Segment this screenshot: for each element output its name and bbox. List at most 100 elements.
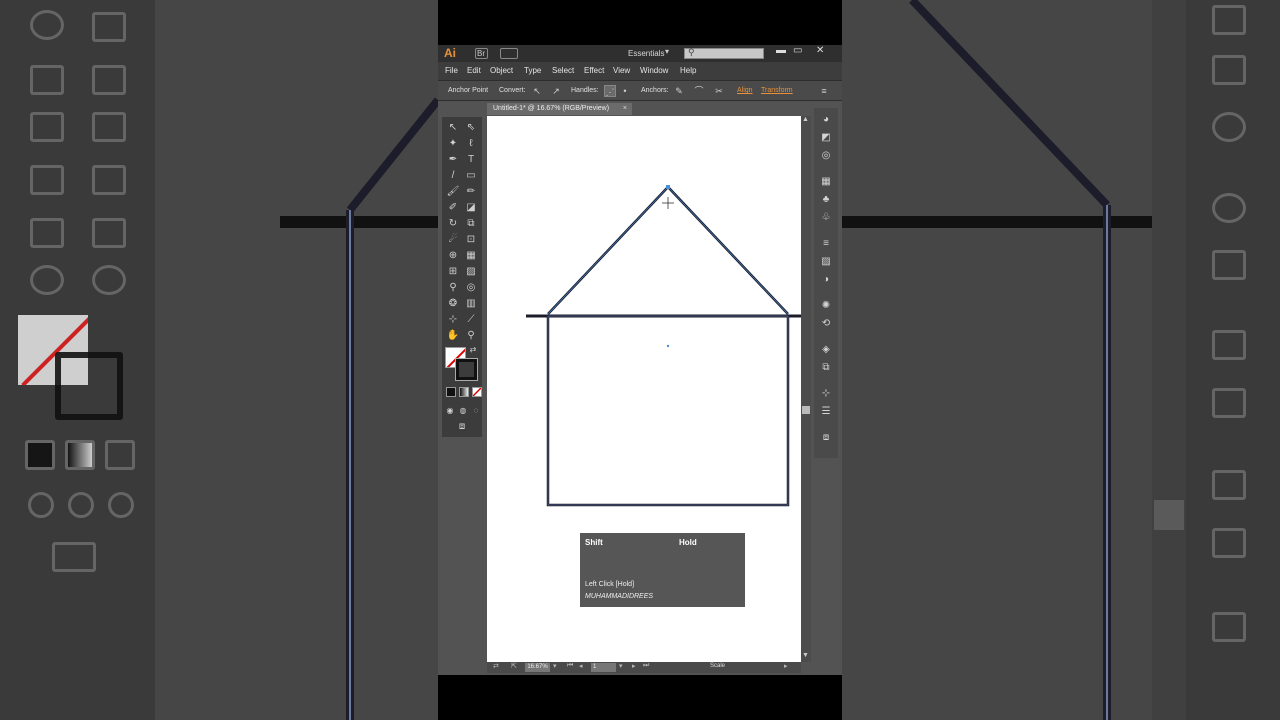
artboard-dropdown-icon[interactable]: ▾ (619, 662, 623, 670)
menu-file[interactable]: File (445, 66, 458, 75)
layers-icon[interactable]: ◈ (819, 344, 833, 356)
symbols-icon[interactable]: ♣ (819, 194, 833, 206)
zoom-icon[interactable]: ⚲ (463, 329, 479, 343)
hide-handles-icon[interactable]: • (619, 85, 631, 97)
panel-menu-icon[interactable]: ≡ (818, 85, 830, 97)
shape-builder-icon[interactable]: ⊕ (445, 249, 461, 263)
share-icon[interactable]: ⇱ (511, 662, 517, 670)
zoom-dropdown-icon[interactable]: ▾ (553, 662, 557, 670)
line-icon[interactable]: / (445, 169, 461, 183)
blob-brush-icon[interactable]: ✐ (445, 201, 461, 215)
gradient-mode-icon[interactable] (459, 387, 469, 397)
artboard-number-field[interactable]: 1 (591, 663, 616, 672)
menu-help[interactable]: Help (680, 66, 696, 75)
remove-anchor-icon[interactable]: ✎ (673, 85, 685, 97)
convert-to-smooth-icon[interactable]: ↗ (550, 85, 562, 97)
type-icon[interactable]: T (463, 153, 479, 167)
stroke-icon[interactable]: ≡ (819, 238, 833, 250)
image-trace-icon[interactable]: ⟲ (819, 318, 833, 330)
eraser-icon[interactable]: ◪ (463, 201, 479, 215)
screen-mode-icon[interactable]: ⧈ (454, 420, 470, 434)
gradient-icon[interactable]: ▨ (463, 265, 479, 279)
blend-icon[interactable]: ◎ (463, 281, 479, 295)
zoom-level-field[interactable]: 16.67% (525, 663, 550, 672)
free-transform-icon[interactable]: ⊡ (463, 233, 479, 247)
color-mode-icon[interactable] (446, 387, 456, 397)
slice-icon[interactable]: ⟋ (463, 313, 479, 327)
rotate-view-icon[interactable]: ⇄ (493, 662, 499, 670)
maximize-icon[interactable]: ▭ (793, 45, 802, 56)
selection-icon[interactable]: ↖ (445, 121, 461, 135)
rectangle-icon[interactable]: ▭ (463, 169, 479, 183)
tab-close-icon[interactable]: × (623, 103, 627, 115)
menu-window[interactable]: Window (640, 66, 668, 75)
rotate-icon[interactable]: ↻ (445, 217, 461, 231)
pathfinder-icon[interactable]: ⧈ (819, 432, 833, 444)
align-icon[interactable]: ☰ (819, 406, 833, 418)
minimize-icon[interactable]: ▬ (776, 45, 786, 56)
gradient-panel-icon[interactable]: ▨ (819, 256, 833, 268)
pen-icon[interactable]: ✒ (445, 153, 461, 167)
paintbrush-icon[interactable]: 🖌 (445, 185, 461, 199)
vertical-scrollbar[interactable]: ▲ ▼ (801, 116, 811, 662)
draw-behind-icon[interactable]: ◍ (457, 404, 469, 418)
swatches-icon[interactable]: ◎ (819, 150, 833, 162)
artboards-icon[interactable]: ⧉ (819, 362, 833, 374)
artboard-icon[interactable]: ⊹ (445, 313, 461, 327)
menu-type[interactable]: Type (524, 66, 541, 75)
direct-selection-icon[interactable]: ⇖ (463, 121, 479, 135)
brushes-icon[interactable]: ▦ (819, 176, 833, 188)
previous-artboard-icon[interactable]: ◂ (579, 662, 583, 670)
color-guide-icon[interactable]: ◩ (819, 132, 833, 144)
first-artboard-icon[interactable]: ⏮ (567, 662, 573, 670)
next-artboard-icon[interactable]: ▸ (632, 662, 636, 670)
none-mode-icon[interactable] (472, 387, 482, 397)
stroke-swatch[interactable] (455, 358, 478, 381)
last-artboard-icon[interactable]: ⏭ (643, 662, 649, 670)
graphic-styles-icon[interactable]: ♧ (819, 212, 833, 224)
scroll-thumb[interactable] (802, 406, 810, 414)
transform-link[interactable]: Transform (761, 87, 793, 94)
draw-normal-icon[interactable]: ◉ (444, 404, 456, 418)
menu-view[interactable]: View (613, 66, 630, 75)
symbol-sprayer-icon[interactable]: ❂ (445, 297, 461, 311)
draw-inside-icon[interactable]: ◌ (470, 404, 482, 418)
connect-anchors-icon[interactable]: ⌒ (693, 85, 705, 97)
scroll-up-icon[interactable]: ▲ (802, 116, 809, 123)
status-bar: ⇄ ⇱ 16.67% ▾ ⏮ ◂ 1 ▾ ▸ ⏭ Scale ▸ (487, 662, 801, 673)
ai-logo: Ai (444, 46, 456, 60)
mesh-icon[interactable]: ⊞ (445, 265, 461, 279)
bridge-button[interactable]: Br (475, 48, 488, 59)
hand-icon[interactable]: ✋ (445, 329, 461, 343)
warp-icon[interactable]: ☄ (445, 233, 461, 247)
color-icon[interactable]: ◕ (819, 114, 833, 126)
pencil-icon[interactable]: ✏ (463, 185, 479, 199)
show-handles-icon[interactable]: ⋰ (604, 85, 616, 97)
column-graph-icon[interactable]: ▥ (463, 297, 479, 311)
scroll-down-icon[interactable]: ▼ (802, 652, 809, 659)
workspace-dropdown-icon[interactable]: ▾ (665, 47, 669, 56)
transform-icon[interactable]: ⊹ (819, 388, 833, 400)
swap-fill-stroke-icon[interactable]: ⇄ (467, 343, 479, 357)
menu-select[interactable]: Select (552, 66, 574, 75)
bg-color-mode-icon (25, 440, 55, 470)
perspective-icon[interactable]: ▦ (463, 249, 479, 263)
magic-wand-icon[interactable]: ✦ (445, 137, 461, 151)
cut-path-icon[interactable]: ✂ (713, 85, 725, 97)
align-link[interactable]: Align (737, 87, 753, 94)
lasso-icon[interactable]: ℓ (463, 137, 479, 151)
appearance-icon[interactable]: ✺ (819, 300, 833, 312)
help-search-input[interactable]: ⚲ (684, 47, 764, 59)
transparency-icon[interactable]: ◑ (819, 274, 833, 286)
scale-icon[interactable]: ⧉ (463, 217, 479, 231)
arrange-documents-button[interactable] (500, 48, 518, 59)
document-tab[interactable]: Untitled-1* @ 16.67% (RGB/Preview) × (487, 103, 632, 115)
status-menu-icon[interactable]: ▸ (784, 662, 788, 670)
menu-effect[interactable]: Effect (584, 66, 604, 75)
menu-edit[interactable]: Edit (467, 66, 481, 75)
artboard-canvas[interactable]: Shift Hold Left Click [Hold] MUHAMMADIDR… (487, 116, 801, 662)
close-icon[interactable]: ✕ (816, 45, 824, 56)
convert-to-corner-icon[interactable]: ↖ (531, 85, 543, 97)
menu-object[interactable]: Object (490, 66, 513, 75)
eyedropper-icon[interactable]: ⚲ (445, 281, 461, 295)
